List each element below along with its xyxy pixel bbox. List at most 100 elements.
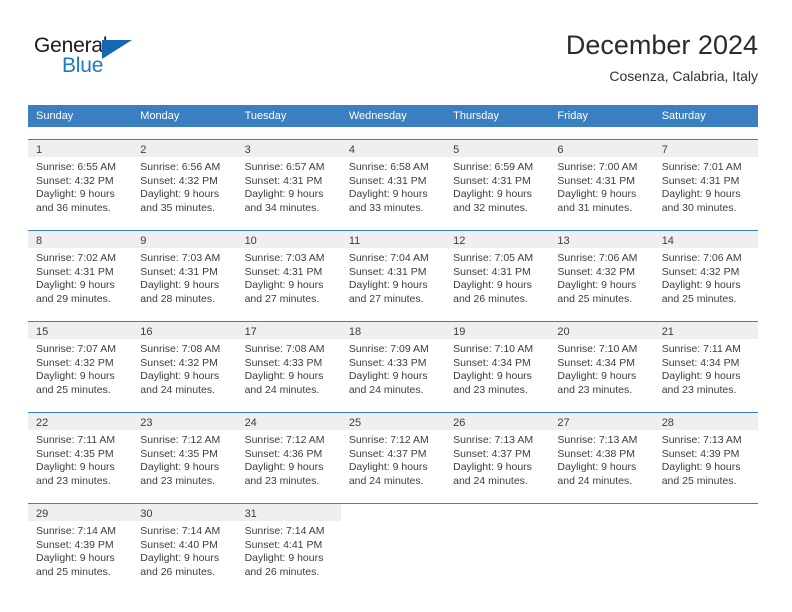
day-number: 9 bbox=[140, 235, 147, 247]
daylight-text-line1: Daylight: 9 hours bbox=[661, 188, 741, 201]
day-cell[interactable]: 31 Sunrise: 7:14 AM Sunset: 4:41 PM Dayl… bbox=[236, 504, 341, 582]
daylight-text-line1: Daylight: 9 hours bbox=[348, 188, 428, 201]
daylight-text-line2: and 24 minutes. bbox=[140, 383, 215, 396]
day-number-band: 18 bbox=[340, 322, 446, 339]
sunrise-text: Sunrise: 6:55 AM bbox=[36, 161, 116, 173]
day-cell[interactable]: 15 Sunrise: 7:07 AM Sunset: 4:32 PM Dayl… bbox=[28, 322, 133, 400]
daylight-text-line1: Daylight: 9 hours bbox=[348, 461, 428, 474]
day-number: 1 bbox=[36, 144, 43, 156]
sunset-text: Sunset: 4:32 PM bbox=[557, 265, 636, 278]
day-cell[interactable]: 14 Sunrise: 7:06 AM Sunset: 4:32 PM Dayl… bbox=[653, 231, 758, 309]
day-number-band: 27 bbox=[549, 413, 654, 430]
day-cell[interactable]: 11 Sunrise: 7:04 AM Sunset: 4:31 PM Dayl… bbox=[340, 231, 446, 309]
day-number-band: 1 bbox=[28, 140, 133, 157]
day-cell[interactable]: 8 Sunrise: 7:02 AM Sunset: 4:31 PM Dayli… bbox=[28, 231, 133, 309]
sunrise-text: Sunrise: 7:14 AM bbox=[244, 525, 325, 537]
sunrise-text: Sunrise: 7:11 AM bbox=[661, 343, 741, 355]
sunrise-text: Sunrise: 7:13 AM bbox=[661, 434, 742, 446]
daylight-text-line1: Daylight: 9 hours bbox=[36, 370, 115, 383]
day-cell-empty bbox=[341, 504, 445, 582]
day-number-band: 8 bbox=[28, 231, 133, 248]
day-details: Sunrise: 7:13 AM Sunset: 4:39 PM Dayligh… bbox=[654, 430, 758, 488]
sunset-text: Sunset: 4:34 PM bbox=[453, 356, 531, 369]
day-details: Sunrise: 7:14 AM Sunset: 4:41 PM Dayligh… bbox=[237, 521, 341, 579]
sunrise-text: Sunrise: 7:08 AM bbox=[244, 343, 325, 355]
weekday-header-row: Sunday Monday Tuesday Wednesday Thursday… bbox=[28, 105, 758, 127]
day-cell[interactable]: 20 Sunrise: 7:10 AM Sunset: 4:34 PM Dayl… bbox=[549, 322, 654, 400]
sunset-text: Sunset: 4:34 PM bbox=[557, 356, 636, 369]
day-cell[interactable]: 13 Sunrise: 7:06 AM Sunset: 4:32 PM Dayl… bbox=[549, 231, 654, 309]
daylight-text-line2: and 23 minutes. bbox=[661, 383, 737, 396]
day-details: Sunrise: 7:10 AM Sunset: 4:34 PM Dayligh… bbox=[549, 339, 653, 397]
day-cell[interactable]: 29 Sunrise: 7:14 AM Sunset: 4:39 PM Dayl… bbox=[28, 504, 133, 582]
sunset-text: Sunset: 4:32 PM bbox=[661, 265, 740, 278]
day-cell[interactable]: 27 Sunrise: 7:13 AM Sunset: 4:38 PM Dayl… bbox=[549, 413, 654, 491]
sunrise-text: Sunrise: 7:14 AM bbox=[36, 525, 116, 537]
day-cell[interactable]: 16 Sunrise: 7:08 AM Sunset: 4:32 PM Dayl… bbox=[132, 322, 237, 400]
day-cell[interactable]: 19 Sunrise: 7:10 AM Sunset: 4:34 PM Dayl… bbox=[445, 322, 550, 400]
sunset-text: Sunset: 4:31 PM bbox=[557, 174, 636, 187]
triangle-flag-icon bbox=[102, 40, 132, 59]
day-number: 15 bbox=[36, 326, 49, 338]
day-details: Sunrise: 7:00 AM Sunset: 4:31 PM Dayligh… bbox=[549, 157, 653, 215]
day-cell[interactable]: 25 Sunrise: 7:12 AM Sunset: 4:37 PM Dayl… bbox=[340, 413, 446, 491]
day-cell[interactable]: 30 Sunrise: 7:14 AM Sunset: 4:40 PM Dayl… bbox=[132, 504, 237, 582]
day-details: Sunrise: 7:09 AM Sunset: 4:33 PM Dayligh… bbox=[341, 339, 445, 397]
day-cell[interactable]: 18 Sunrise: 7:09 AM Sunset: 4:33 PM Dayl… bbox=[340, 322, 446, 400]
day-cell[interactable]: 4 Sunrise: 6:58 AM Sunset: 4:31 PM Dayli… bbox=[340, 140, 446, 218]
day-cell[interactable]: 26 Sunrise: 7:13 AM Sunset: 4:37 PM Dayl… bbox=[445, 413, 550, 491]
daylight-text-line2: and 24 minutes. bbox=[453, 474, 528, 487]
day-number-band: 14 bbox=[653, 231, 758, 248]
day-details: Sunrise: 7:06 AM Sunset: 4:32 PM Dayligh… bbox=[654, 248, 758, 306]
day-cell[interactable]: 7 Sunrise: 7:01 AM Sunset: 4:31 PM Dayli… bbox=[653, 140, 758, 218]
daylight-text-line1: Daylight: 9 hours bbox=[453, 188, 532, 201]
day-cell[interactable]: 10 Sunrise: 7:03 AM Sunset: 4:31 PM Dayl… bbox=[236, 231, 341, 309]
page-subtitle-location: Cosenza, Calabria, Italy bbox=[609, 68, 758, 84]
daylight-text-line1: Daylight: 9 hours bbox=[557, 370, 637, 383]
daylight-text-line1: Daylight: 9 hours bbox=[244, 461, 324, 474]
sunset-text: Sunset: 4:35 PM bbox=[140, 447, 218, 460]
day-cell[interactable]: 1 Sunrise: 6:55 AM Sunset: 4:32 PM Dayli… bbox=[28, 140, 133, 218]
day-cell[interactable]: 23 Sunrise: 7:12 AM Sunset: 4:35 PM Dayl… bbox=[132, 413, 237, 491]
day-cell[interactable]: 2 Sunrise: 6:56 AM Sunset: 4:32 PM Dayli… bbox=[132, 140, 237, 218]
sunset-text: Sunset: 4:39 PM bbox=[36, 538, 114, 551]
day-cell[interactable]: 28 Sunrise: 7:13 AM Sunset: 4:39 PM Dayl… bbox=[653, 413, 758, 491]
daylight-text-line2: and 23 minutes. bbox=[36, 474, 111, 487]
day-number-band: 17 bbox=[236, 322, 341, 339]
day-number-band: 10 bbox=[236, 231, 341, 248]
day-details: Sunrise: 6:58 AM Sunset: 4:31 PM Dayligh… bbox=[341, 157, 445, 215]
weekday-header-saturday: Saturday bbox=[661, 110, 706, 122]
sunset-text: Sunset: 4:35 PM bbox=[36, 447, 114, 460]
day-number-band: 13 bbox=[549, 231, 654, 248]
day-cell[interactable]: 3 Sunrise: 6:57 AM Sunset: 4:31 PM Dayli… bbox=[236, 140, 341, 218]
day-cell[interactable]: 6 Sunrise: 7:00 AM Sunset: 4:31 PM Dayli… bbox=[549, 140, 654, 218]
day-number-band: 3 bbox=[236, 140, 341, 157]
day-number: 16 bbox=[140, 326, 153, 338]
brand-logo[interactable]: General Blue bbox=[34, 34, 154, 86]
day-number-band: 31 bbox=[236, 504, 341, 521]
sunrise-text: Sunrise: 7:13 AM bbox=[453, 434, 534, 446]
day-cell[interactable]: 24 Sunrise: 7:12 AM Sunset: 4:36 PM Dayl… bbox=[236, 413, 341, 491]
daylight-text-line1: Daylight: 9 hours bbox=[140, 552, 220, 565]
day-number-band bbox=[445, 504, 549, 521]
weekday-header-monday: Monday bbox=[140, 110, 180, 122]
daylight-text-line1: Daylight: 9 hours bbox=[140, 461, 220, 474]
day-number-band: 2 bbox=[132, 140, 237, 157]
sunrise-text: Sunrise: 7:10 AM bbox=[557, 343, 638, 355]
day-cell[interactable]: 17 Sunrise: 7:08 AM Sunset: 4:33 PM Dayl… bbox=[236, 322, 341, 400]
daylight-text-line2: and 24 minutes. bbox=[244, 383, 320, 396]
day-cell[interactable]: 22 Sunrise: 7:11 AM Sunset: 4:35 PM Dayl… bbox=[28, 413, 133, 491]
sunrise-text: Sunrise: 7:14 AM bbox=[140, 525, 221, 537]
day-cell[interactable]: 5 Sunrise: 6:59 AM Sunset: 4:31 PM Dayli… bbox=[445, 140, 550, 218]
sunrise-text: Sunrise: 7:03 AM bbox=[244, 252, 325, 264]
page-header: General Blue December 2024 Cosenza, Cala… bbox=[28, 28, 758, 98]
daylight-text-line1: Daylight: 9 hours bbox=[36, 461, 115, 474]
weekday-header-wednesday: Wednesday bbox=[348, 110, 407, 122]
day-cell[interactable]: 12 Sunrise: 7:05 AM Sunset: 4:31 PM Dayl… bbox=[445, 231, 550, 309]
day-number: 26 bbox=[453, 417, 466, 429]
day-cell-empty bbox=[654, 504, 758, 582]
sunset-text: Sunset: 4:39 PM bbox=[661, 447, 740, 460]
day-cell[interactable]: 9 Sunrise: 7:03 AM Sunset: 4:31 PM Dayli… bbox=[132, 231, 237, 309]
day-cell[interactable]: 21 Sunrise: 7:11 AM Sunset: 4:34 PM Dayl… bbox=[653, 322, 758, 400]
daylight-text-line1: Daylight: 9 hours bbox=[348, 370, 428, 383]
